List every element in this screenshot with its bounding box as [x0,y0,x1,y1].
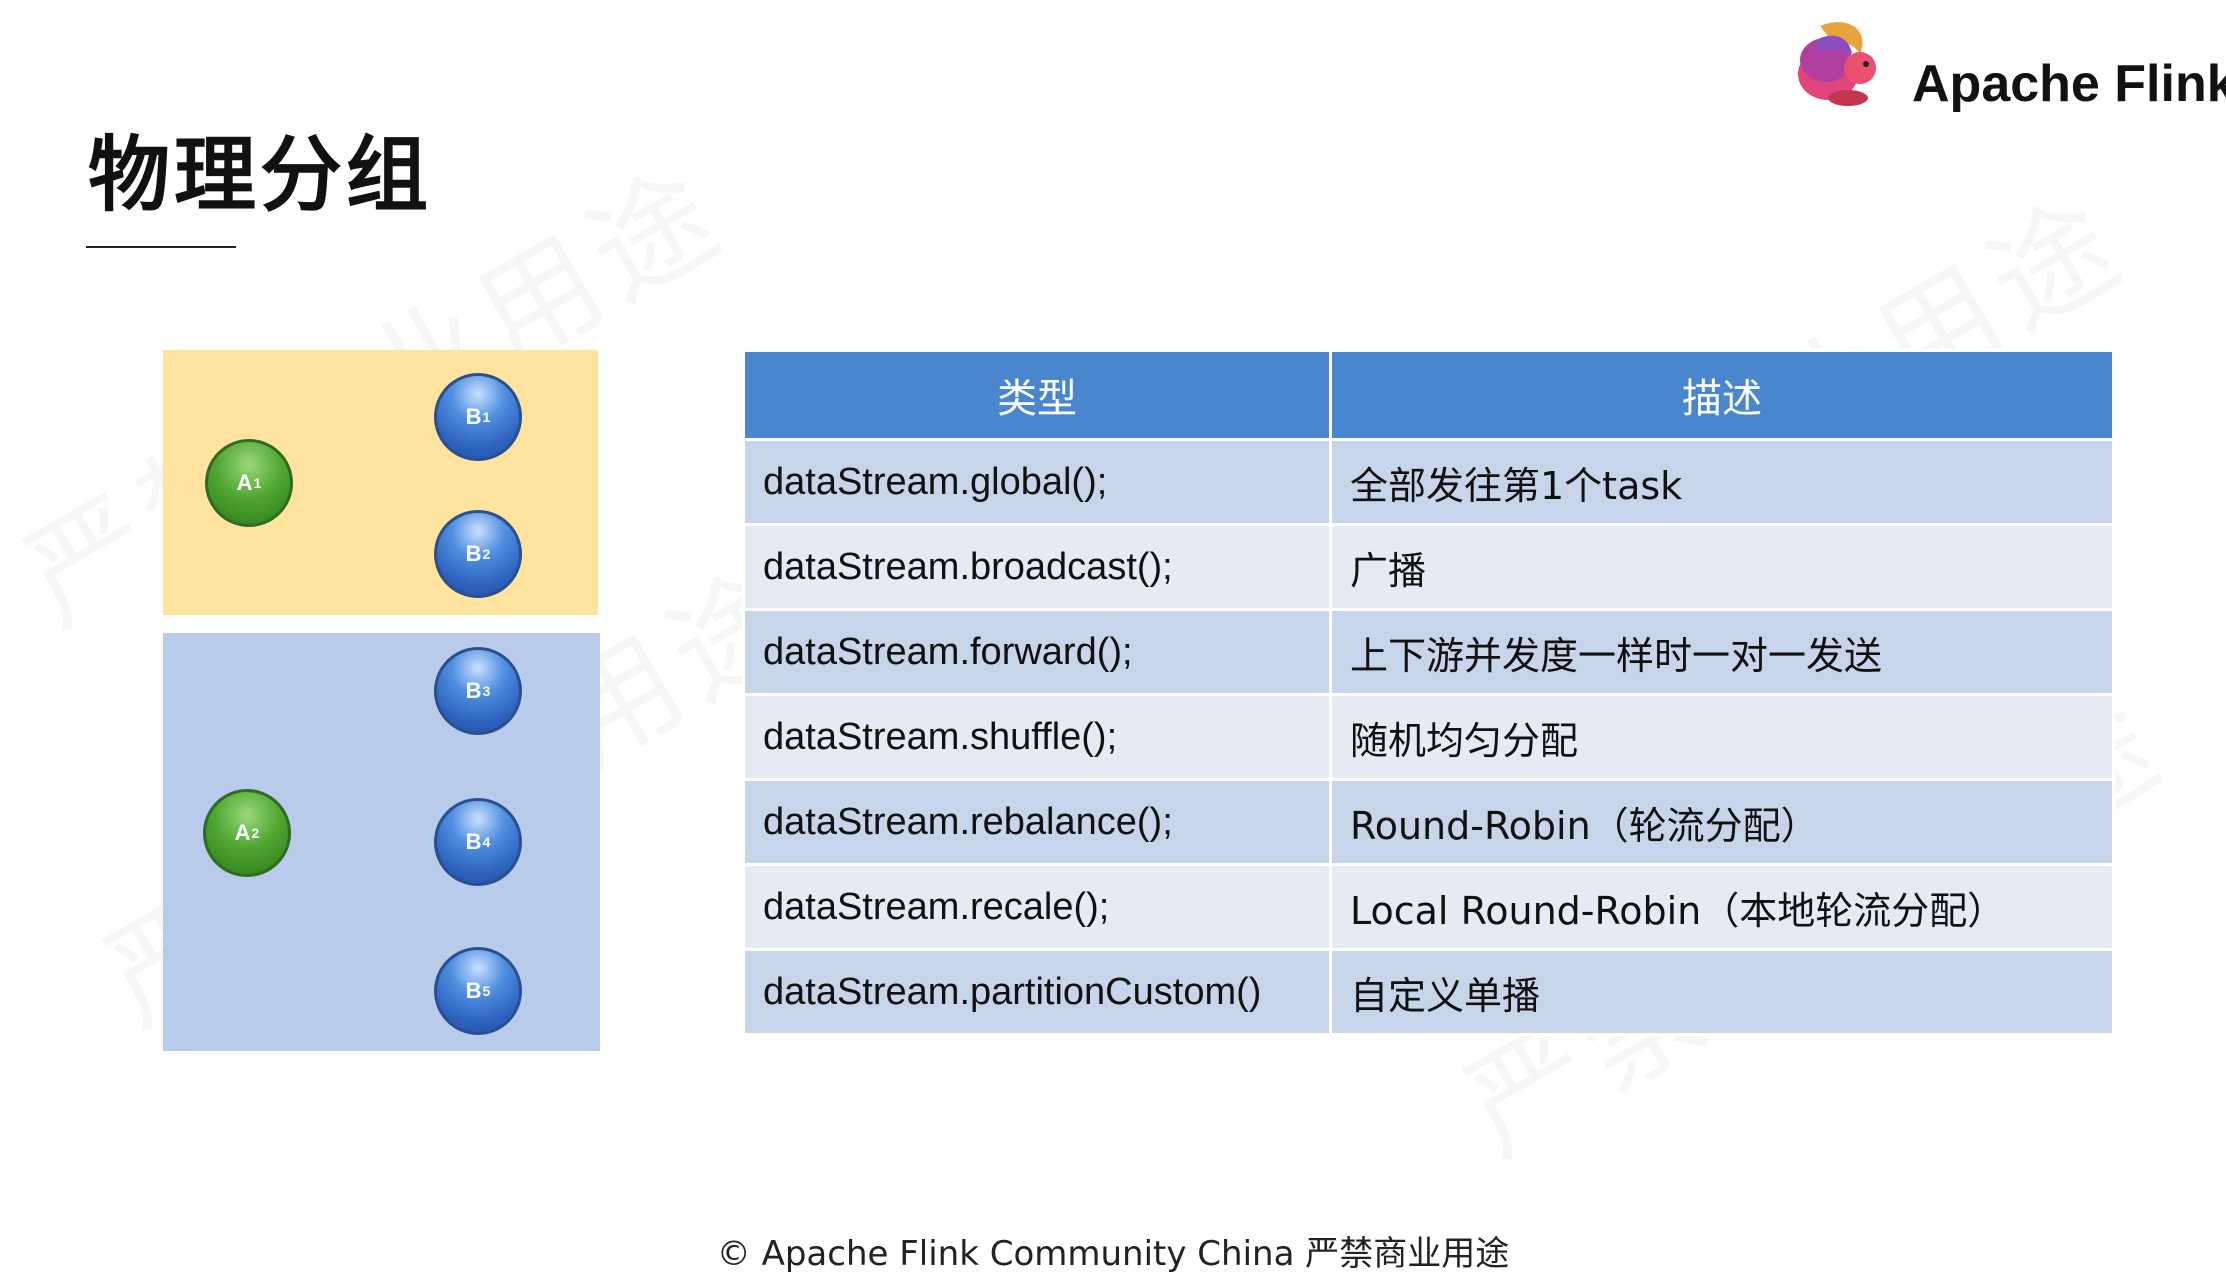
squirrel-logo-icon [1798,22,1876,106]
node-letter: A [236,470,253,495]
node-subscript: 4 [482,834,491,850]
node-letter: B [465,829,482,854]
node-subscript: 3 [482,683,491,699]
node-subscript: 2 [482,546,491,562]
node-subscript: 1 [482,409,491,425]
node-subscript: 2 [251,825,260,841]
table-row: dataStream.shuffle(); 随机均匀分配 [742,693,2115,781]
method-cell: dataStream.global(); [742,438,1332,526]
table-header-row: 类型 描述 [742,349,2115,441]
method-cell: dataStream.shuffle(); [742,693,1332,781]
node-letter: B [465,541,482,566]
table-row: dataStream.partitionCustom() 自定义单播 [742,948,2115,1036]
table-row: dataStream.global(); 全部发往第1个task [742,438,2115,526]
method-cell: dataStream.rebalance(); [742,778,1332,866]
node-subscript: 1 [253,475,262,491]
node-b2: B2 [434,510,522,598]
node-b5: B5 [434,947,522,1035]
table-row: dataStream.recale(); Local Round-Robin（本… [742,863,2115,951]
table-row: dataStream.rebalance(); Round-Robin（轮流分配… [742,778,2115,866]
node-a1: A1 [205,439,293,527]
table-row: dataStream.broadcast(); 广播 [742,523,2115,611]
header-type: 类型 [742,349,1332,441]
node-letter: A [234,820,251,845]
node-b3: B3 [434,647,522,735]
description-cell: 广播 [1329,523,2115,611]
node-letter: B [465,978,482,1003]
description-cell: 上下游并发度一样时一对一发送 [1329,608,2115,696]
footer-copyright: © Apache Flink Community China 严禁商业用途 [716,1234,1510,1274]
method-cell: dataStream.forward(); [742,608,1332,696]
node-a2: A2 [203,789,291,877]
method-cell: dataStream.recale(); [742,863,1332,951]
apache-flink-logo: Apache Flink [1790,14,2226,114]
node-letter: B [465,678,482,703]
method-cell: dataStream.partitionCustom() [742,948,1332,1036]
page-title: 物理分组 [88,128,433,223]
table-row: dataStream.forward(); 上下游并发度一样时一对一发送 [742,608,2115,696]
title-underline [86,246,236,248]
description-cell: 随机均匀分配 [1329,693,2115,781]
partitioning-table: 类型 描述 dataStream.global(); 全部发往第1个task d… [742,349,2115,1036]
node-b1: B1 [434,373,522,461]
node-letter: B [465,404,482,429]
method-cell: dataStream.broadcast(); [742,523,1332,611]
node-subscript: 5 [482,983,491,999]
header-description: 描述 [1329,349,2115,441]
description-cell: Round-Robin（轮流分配） [1329,778,2115,866]
description-cell: Local Round-Robin（本地轮流分配） [1329,863,2115,951]
description-cell: 自定义单播 [1329,948,2115,1036]
logo-text: Apache Flink [1912,55,2226,113]
node-b4: B4 [434,798,522,886]
description-cell: 全部发往第1个task [1329,438,2115,526]
